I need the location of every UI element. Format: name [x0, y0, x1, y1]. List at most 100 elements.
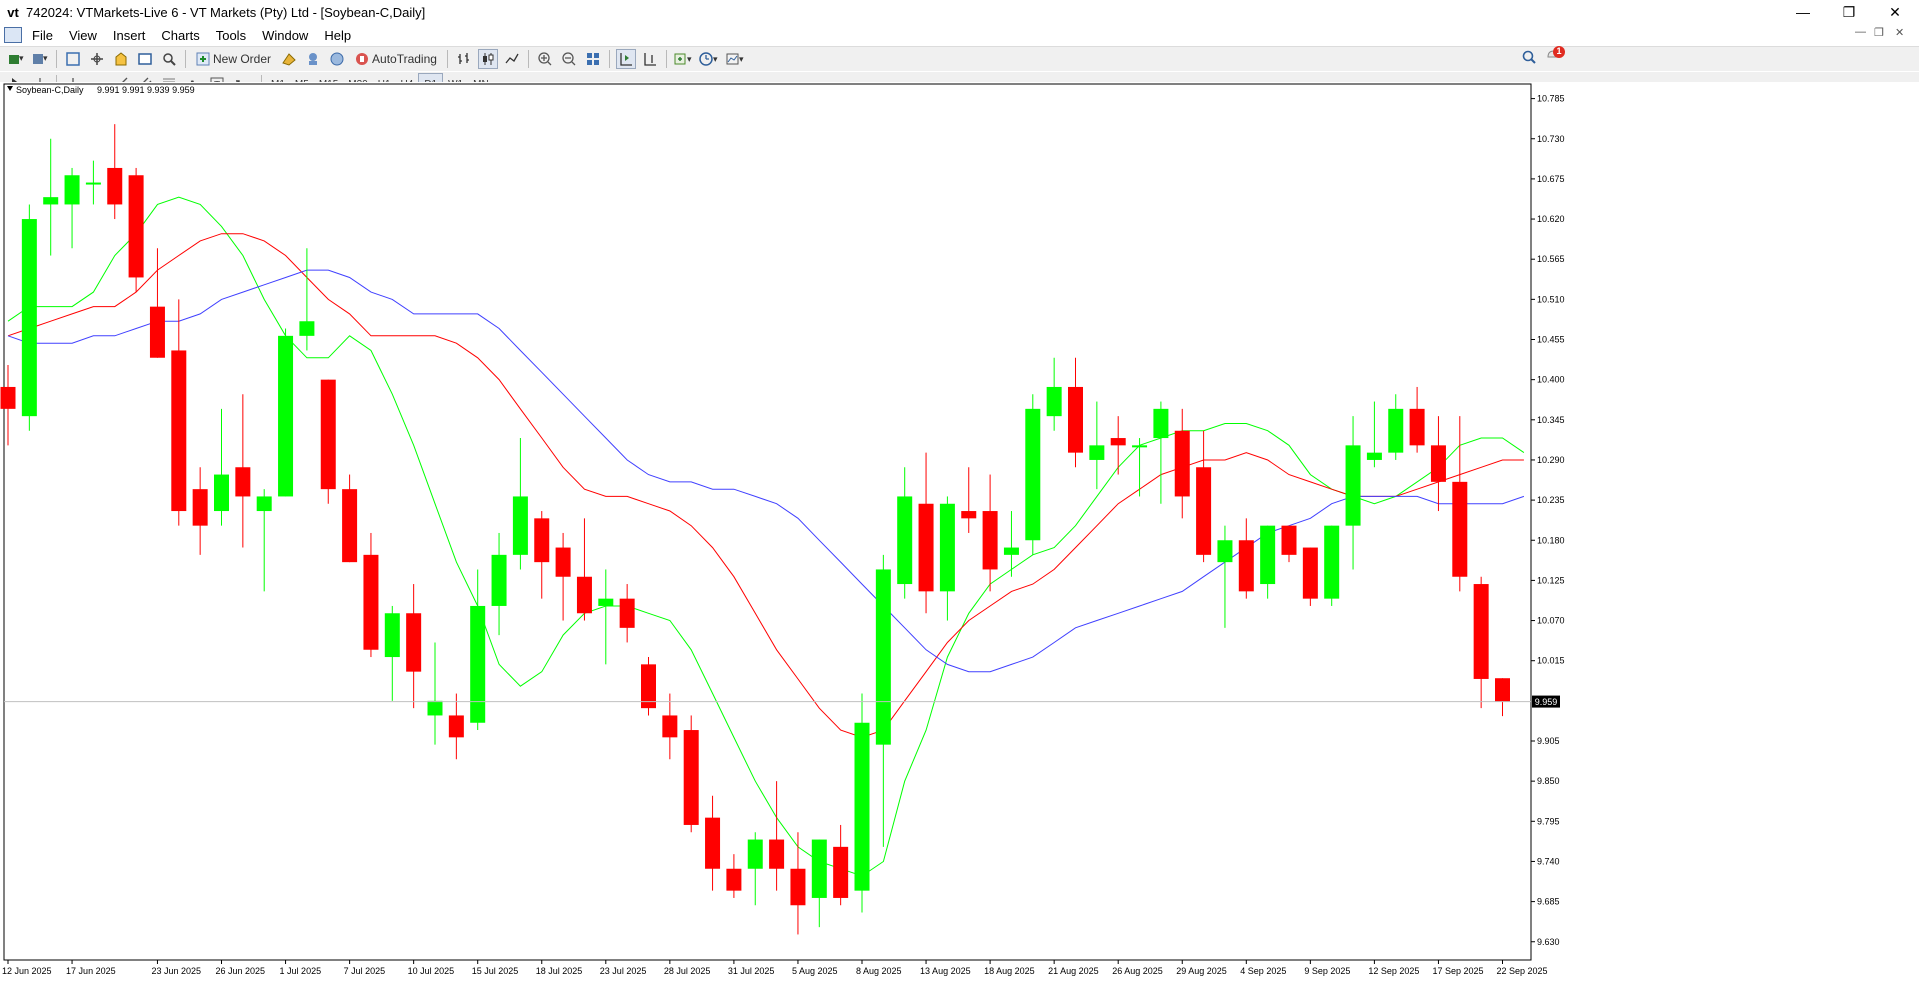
new-order-label: New Order [213, 52, 272, 66]
candle-body [1132, 445, 1148, 448]
candle-body [299, 321, 315, 336]
candle-body [1046, 386, 1062, 417]
candle-body [1089, 445, 1105, 460]
menu-tools[interactable]: Tools [208, 28, 254, 43]
y-tick-label: 10.125 [1537, 575, 1565, 585]
x-tick-label: 8 Aug 2025 [856, 966, 902, 976]
candle-body [1388, 408, 1404, 453]
candle-body [811, 839, 827, 898]
candle-body [1324, 525, 1340, 599]
x-tick-label: 26 Aug 2025 [1112, 966, 1163, 976]
x-tick-label: 23 Jul 2025 [600, 966, 647, 976]
candle-body [1025, 408, 1041, 541]
data-window-icon[interactable] [87, 49, 107, 69]
candle-body [149, 306, 165, 358]
y-tick-label: 10.510 [1537, 294, 1565, 304]
zoom-out-icon[interactable] [559, 49, 579, 69]
candle-body [939, 503, 955, 592]
autotrading-label: AutoTrading [372, 52, 437, 66]
profiles-icon[interactable]: ▾ [30, 49, 50, 69]
candle-body [534, 518, 550, 563]
candle-body [128, 175, 144, 278]
terminal-icon[interactable] [135, 49, 155, 69]
candle-body [235, 467, 251, 497]
x-tick-label: 26 Jun 2025 [216, 966, 266, 976]
close-icon[interactable]: ✕ [1872, 0, 1918, 24]
candle-body [619, 598, 635, 628]
mdi-minimize-icon[interactable]: — [1855, 26, 1866, 38]
candle-body [363, 554, 379, 650]
price-label: 9.959 [1535, 697, 1558, 707]
periods-icon[interactable]: ▾ [699, 49, 721, 69]
chart-window-icon[interactable] [4, 27, 22, 43]
templates-icon[interactable]: ▾ [725, 49, 747, 69]
toolbar-separator [446, 50, 448, 68]
navigator-icon[interactable] [111, 49, 131, 69]
candle-body [342, 489, 358, 563]
candle [854, 693, 870, 913]
strategy-tester-icon[interactable] [159, 49, 179, 69]
autotrading-button[interactable]: AutoTrading [351, 49, 441, 69]
x-tick-label: 22 Sep 2025 [1497, 966, 1548, 976]
ohlc-label: 9.991 9.991 9.939 9.959 [97, 85, 195, 95]
candle-body [1366, 452, 1382, 460]
candle-body [256, 496, 272, 512]
candle-body [1196, 467, 1212, 555]
metaeditor-icon[interactable] [279, 49, 299, 69]
bar-chart-icon[interactable] [454, 49, 474, 69]
tile-windows-icon[interactable] [583, 49, 603, 69]
mdi-restore-icon[interactable]: ❐ [1874, 26, 1884, 39]
candle-body [918, 503, 934, 592]
menu-window[interactable]: Window [254, 28, 316, 43]
market-watch-icon[interactable] [63, 49, 83, 69]
candle-body [470, 605, 486, 723]
candle-body [662, 715, 678, 738]
candle [641, 657, 656, 716]
market-icon[interactable] [327, 49, 347, 69]
menu-charts[interactable]: Charts [153, 28, 207, 43]
indicators-icon[interactable]: ▾ [673, 49, 695, 69]
minimize-icon[interactable]: — [1780, 0, 1826, 24]
signals-icon[interactable] [303, 49, 323, 69]
menu-bar: File View Insert Charts Tools Window Hel… [0, 24, 1919, 46]
menu-view[interactable]: View [61, 28, 105, 43]
svg-text:▾: ▾ [19, 53, 24, 63]
y-tick-label: 10.235 [1537, 495, 1565, 505]
candle-body [897, 496, 913, 585]
x-tick-label: 4 Sep 2025 [1240, 966, 1286, 976]
candlestick-chart-icon[interactable] [477, 49, 498, 69]
y-tick-label: 10.290 [1537, 455, 1565, 465]
auto-scroll-icon[interactable] [615, 49, 636, 69]
new-order-button[interactable]: New Order [192, 49, 275, 69]
new-chart-icon[interactable]: ▾ [6, 49, 26, 69]
line-chart-icon[interactable] [502, 49, 522, 69]
notification-icon[interactable]: 1 [1545, 45, 1567, 65]
candle-body [1452, 481, 1468, 577]
candle-body [406, 613, 422, 672]
candle-body [769, 839, 785, 869]
menu-insert[interactable]: Insert [105, 28, 154, 43]
candle-body [705, 817, 721, 869]
menu-help[interactable]: Help [316, 28, 359, 43]
toolbar-separator [608, 50, 610, 68]
x-tick-label: 31 Jul 2025 [728, 966, 775, 976]
candle-body [427, 700, 443, 716]
price-chart[interactable]: 9.959 9.630 9.685 9.740 9.795 9.850 9.905 10.0… [0, 82, 1919, 983]
standard-toolbar: ▾ ▾ New Order AutoTrading ▾ ▾ ▾ [0, 46, 1919, 71]
zoom-in-icon[interactable] [535, 49, 555, 69]
candle-body [726, 868, 742, 891]
candle-body [1473, 584, 1489, 679]
search-icon[interactable] [1521, 49, 1537, 68]
y-tick-label: 10.400 [1537, 375, 1565, 385]
y-tick-label: 10.455 [1537, 335, 1565, 345]
restore-icon[interactable]: ❐ [1826, 0, 1872, 24]
candle-body [1409, 408, 1425, 446]
candle [320, 379, 336, 504]
mdi-close-icon[interactable]: ✕ [1895, 26, 1904, 39]
candle-body [171, 350, 187, 512]
candle-body [278, 335, 294, 497]
chart-window[interactable]: 9.959 9.630 9.685 9.740 9.795 9.850 9.905 10.0… [0, 82, 1919, 983]
chart-shift-icon[interactable] [640, 49, 660, 69]
menu-file[interactable]: File [24, 28, 61, 43]
x-tick-label: 1 Jul 2025 [280, 966, 322, 976]
